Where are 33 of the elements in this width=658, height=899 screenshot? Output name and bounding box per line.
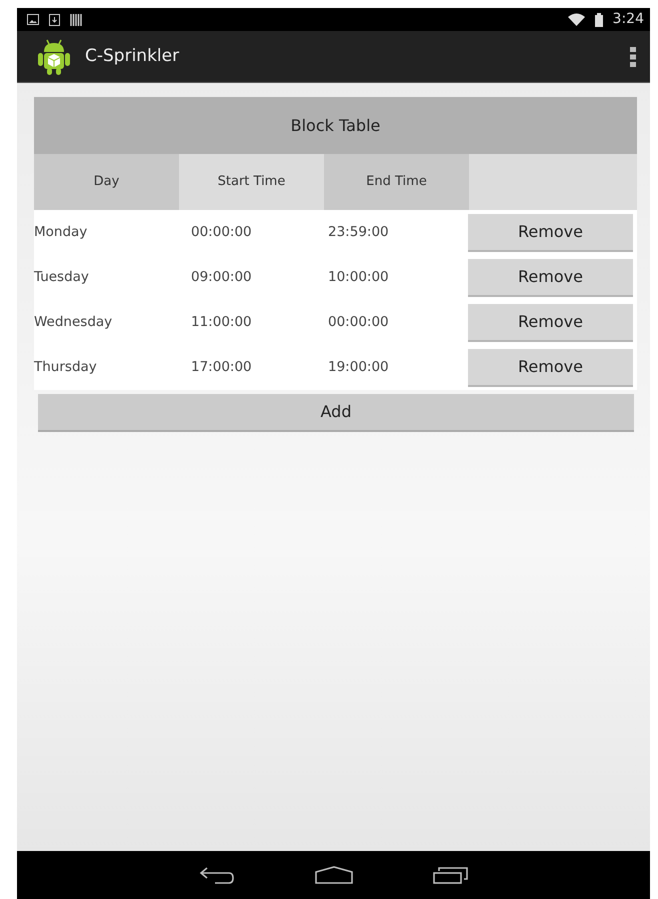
remove-button[interactable]: Remove xyxy=(468,304,633,342)
start-time-cell: 11:00:00 xyxy=(191,314,252,330)
day-cell: Thursday xyxy=(34,359,97,376)
app-title: C-Sprinkler xyxy=(85,44,180,68)
start-time-cell: 09:00:00 xyxy=(191,269,252,286)
column-header: Start Time xyxy=(179,154,324,210)
end-time-cell: 10:00:00 xyxy=(328,269,389,286)
android-robot-icon xyxy=(35,38,73,76)
start-time-cell: 00:00:00 xyxy=(191,224,252,240)
table-title: Block Table xyxy=(34,97,637,154)
column-header: Day xyxy=(34,154,179,210)
day-cell: Wednesday xyxy=(34,314,112,330)
remove-button[interactable]: Remove xyxy=(468,348,633,386)
end-time-cell: 00:00:00 xyxy=(328,314,389,330)
start-time-cell: 17:00:00 xyxy=(191,359,252,376)
add-button[interactable]: Add xyxy=(38,394,634,432)
overflow-menu-icon[interactable] xyxy=(630,46,636,66)
back-icon[interactable] xyxy=(198,866,234,884)
barcode-icon xyxy=(70,14,82,26)
battery-icon xyxy=(594,12,603,26)
recent-apps-icon[interactable] xyxy=(432,866,468,884)
day-cell: Monday xyxy=(34,224,88,240)
wifi-icon xyxy=(568,13,585,26)
picture-notification-icon xyxy=(27,14,39,25)
remove-button[interactable]: Remove xyxy=(468,258,633,296)
home-icon[interactable] xyxy=(314,866,352,884)
remove-button[interactable]: Remove xyxy=(468,214,633,252)
day-cell: Tuesday xyxy=(34,269,89,286)
clock-text: 3:24 xyxy=(612,10,644,29)
column-header: End Time xyxy=(324,154,469,210)
end-time-cell: 23:59:00 xyxy=(328,224,389,240)
download-notification-icon xyxy=(49,14,60,26)
end-time-cell: 19:00:00 xyxy=(328,359,389,376)
